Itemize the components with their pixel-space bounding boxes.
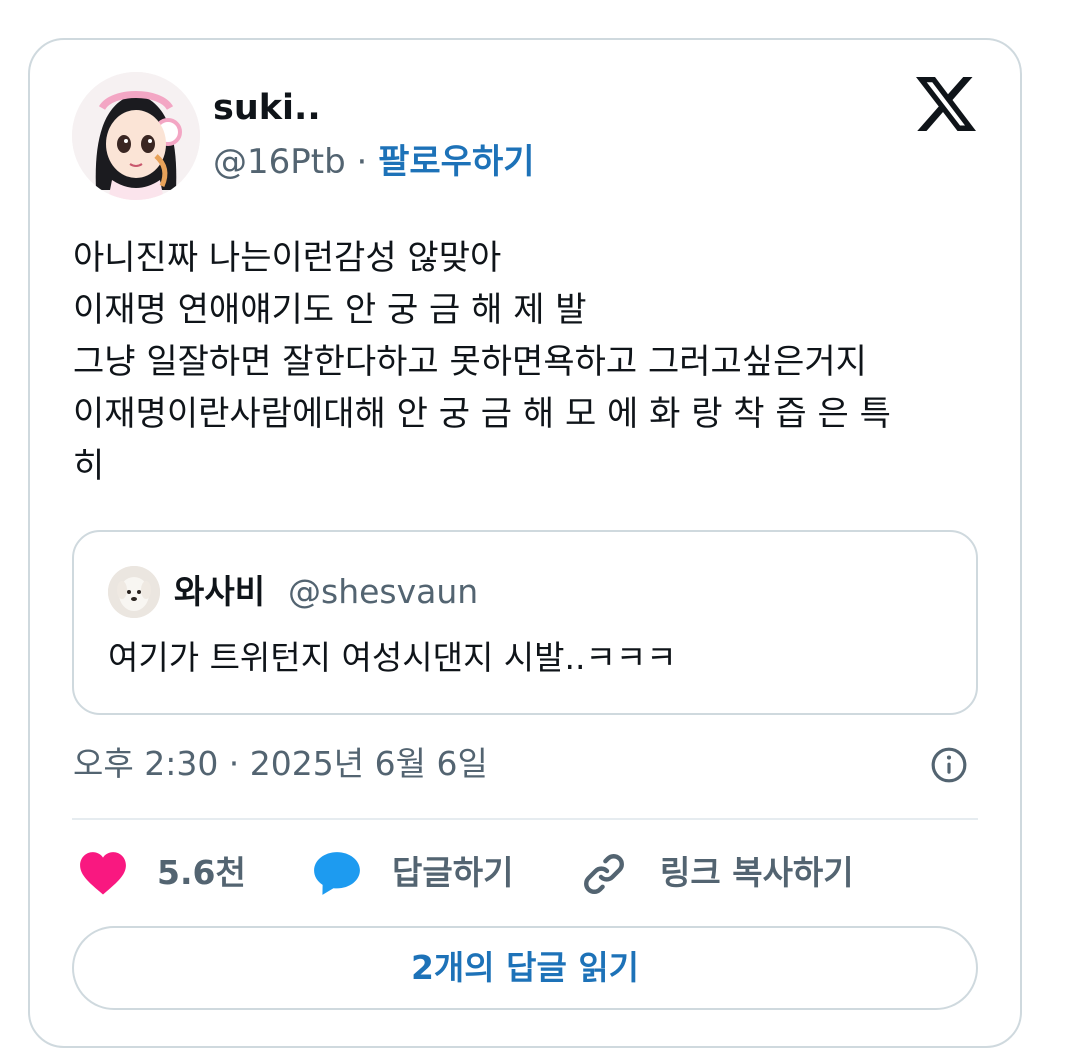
read-replies-button[interactable]: 2개의 답글 읽기	[72, 926, 978, 1010]
x-logo-icon[interactable]	[916, 74, 976, 134]
tweet-text-line: 히	[73, 446, 105, 486]
divider	[72, 818, 978, 820]
quoted-tweet-text: 여기가 트위턴지 여성시댄지 시발..ㅋㅋㅋ	[108, 638, 677, 677]
follow-button[interactable]: 팔로우하기	[378, 142, 534, 182]
speech-bubble-icon	[314, 852, 360, 895]
tweet-text-line: 이재명이란사람에대해 안 궁 금 해 모 에 화 랑 착 즙 은 특	[73, 394, 891, 434]
author-handle[interactable]: @16Ptb	[213, 142, 346, 182]
like-count: 5.6천	[157, 853, 246, 892]
tweet-text-line: 이재명 연애얘기도 안 궁 금 해 제 발	[73, 290, 587, 330]
quoted-author-name[interactable]: 와사비	[174, 570, 265, 614]
quoted-tweet[interactable]: 와사비 @shesvaun 여기가 트위턴지 여성시댄지 시발..ㅋㅋㅋ	[72, 530, 978, 715]
info-icon[interactable]	[930, 746, 968, 784]
handle-separator: ·	[345, 142, 379, 182]
copy-link-label: 링크 복사하기	[660, 853, 854, 892]
reply-label: 답글하기	[392, 853, 514, 892]
like-button[interactable]: 5.6천	[78, 848, 248, 900]
reply-button[interactable]: 답글하기	[312, 848, 532, 900]
author-handle-row: @16Ptb · 팔로우하기	[213, 140, 535, 184]
tweet-text-line: 그냥 일잘하면 잘한다하고 못하면욕하고 그러고싶은거지	[73, 342, 867, 382]
author-avatar[interactable]	[72, 72, 200, 200]
copy-link-button[interactable]: 링크 복사하기	[580, 848, 880, 900]
tweet-text-line: 아니진짜 나는이런감성 않맞아	[73, 238, 502, 278]
tweet-text: 아니진짜 나는이런감성 않맞아 이재명 연애얘기도 안 궁 금 해 제 발 그냥…	[73, 232, 973, 492]
tweet-timestamp[interactable]: 오후 2:30 · 2025년 6월 6일	[73, 742, 488, 786]
quoted-author-avatar[interactable]	[108, 566, 160, 618]
link-icon	[584, 854, 624, 894]
quoted-author-handle[interactable]: @shesvaun	[288, 570, 478, 614]
author-display-name[interactable]: suki..	[213, 86, 321, 130]
heart-icon	[80, 852, 126, 895]
